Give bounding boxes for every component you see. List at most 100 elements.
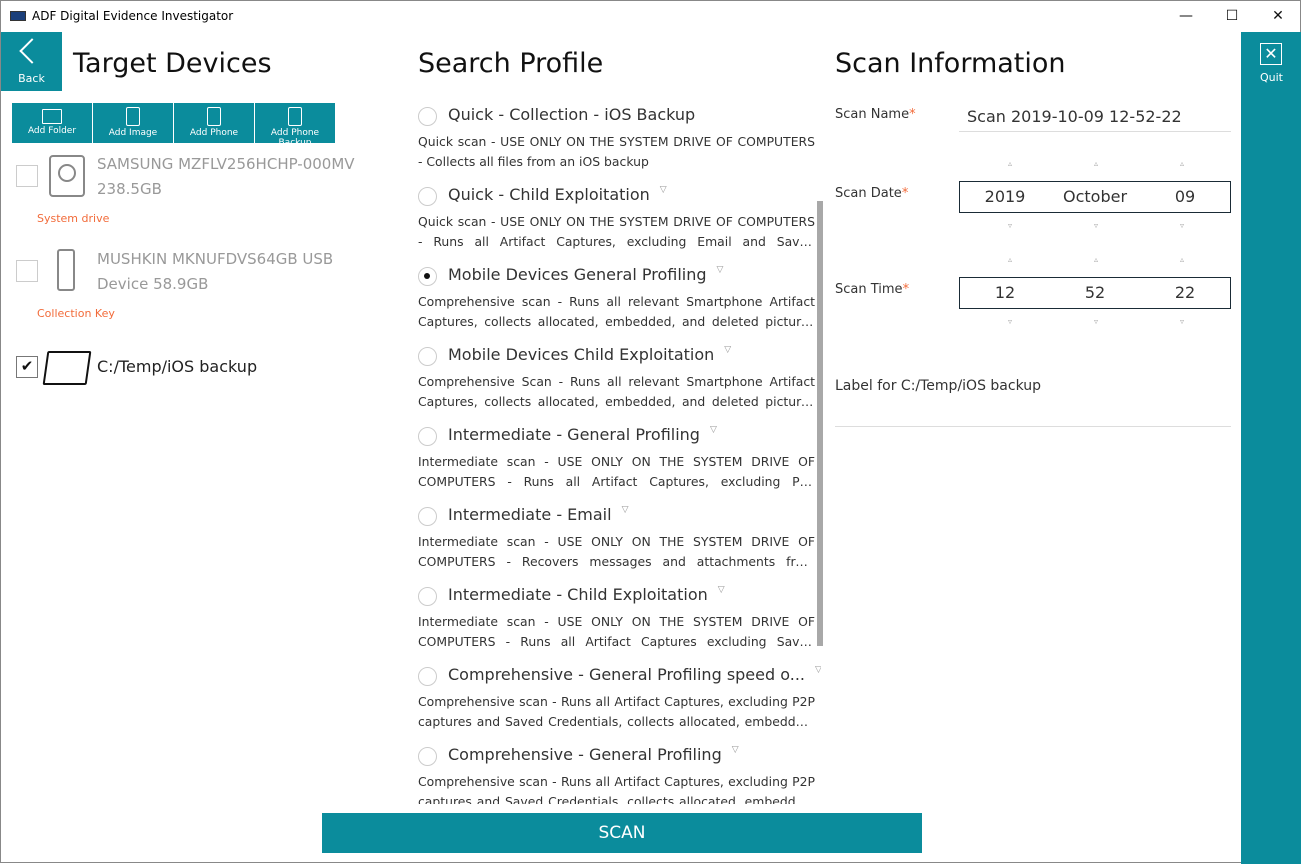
profile-item[interactable]: Intermediate - General Profiling ▽ Interm… [418, 425, 815, 505]
profile-name: Intermediate - Child Exploitation ▽ [448, 585, 725, 604]
profile-description: Comprehensive scan - Runs all relevant S… [418, 294, 815, 329]
chevron-down-icon[interactable]: ▽ [717, 265, 724, 275]
add-phone-label: Add Phone [189, 128, 239, 138]
increment-arrow-icon[interactable]: ▵ [1086, 255, 1106, 264]
profile-description: Comprehensive scan - Runs all Artifact C… [418, 694, 815, 729]
profile-item[interactable]: Mobile Devices General Profiling ▽ Compre… [418, 265, 815, 345]
profile-name-text: Intermediate - General Profiling [448, 425, 700, 444]
increment-arrow-icon[interactable]: ▵ [1086, 159, 1106, 168]
device-item[interactable]: SAMSUNG MZFLV256HCHP-000MV 238.5GB [97, 152, 355, 202]
scan-date-label: Scan Date* [835, 186, 908, 201]
add-phone-button[interactable]: Add Phone [174, 103, 254, 143]
add-folder-label: Add Folder [27, 126, 77, 136]
scrollbar[interactable] [817, 201, 823, 646]
quit-label: Quit [1260, 71, 1283, 84]
device-item[interactable]: MUSHKIN MKNUFDVS64GB USB Device 58.9GB [97, 247, 333, 297]
radio-button[interactable] [418, 587, 437, 606]
increment-arrow-icon[interactable]: ▵ [1172, 255, 1192, 264]
profile-description: Intermediate scan - USE ONLY ON THE SYST… [418, 454, 815, 489]
folder-open-icon [42, 351, 92, 385]
hard-drive-icon [49, 155, 85, 197]
device-name: MUSHKIN MKNUFDVS64GB USB [97, 250, 334, 268]
title-bar: ADF Digital Evidence Investigator — ☐ ✕ [1, 1, 1301, 32]
scan-time-picker[interactable]: 12 52 22 [959, 277, 1231, 309]
decrement-arrow-icon[interactable]: ▿ [1086, 221, 1106, 230]
profile-name-text: Quick - Collection - iOS Backup [448, 105, 696, 124]
profile-description: Intermediate scan - USE ONLY ON THE SYST… [418, 534, 815, 569]
month-value[interactable]: October [1050, 182, 1140, 212]
radio-button[interactable] [418, 427, 437, 446]
profile-name: Quick - Child Exploitation ▽ [448, 185, 667, 204]
scan-name-input[interactable]: Scan 2019-10-09 12-52-22 [959, 101, 1231, 132]
label-text: Scan Time [835, 282, 903, 297]
chevron-down-icon[interactable]: ▽ [710, 425, 717, 435]
profile-item[interactable]: Intermediate - Email ▽ Intermediate scan … [418, 505, 815, 585]
device-name: SAMSUNG MZFLV256HCHP-000MV [97, 155, 355, 173]
radio-button[interactable] [418, 267, 437, 286]
profile-name-text: Comprehensive - General Profiling [448, 745, 722, 764]
increment-arrow-icon[interactable]: ▵ [1000, 159, 1020, 168]
profile-description: Intermediate scan - USE ONLY ON THE SYST… [418, 614, 815, 649]
decrement-arrow-icon[interactable]: ▿ [1172, 221, 1192, 230]
quit-button[interactable]: ✕ Quit [1241, 38, 1301, 88]
increment-arrow-icon[interactable]: ▵ [1000, 255, 1020, 264]
profile-item[interactable]: Quick - Collection - iOS Backup Quick sc… [418, 105, 815, 185]
radio-button[interactable] [418, 347, 437, 366]
profile-item[interactable]: Intermediate - Child Exploitation ▽ Inter… [418, 585, 815, 665]
radio-button[interactable] [418, 747, 437, 766]
chevron-down-icon[interactable]: ▽ [724, 345, 731, 355]
scan-button[interactable]: SCAN [322, 813, 922, 853]
decrement-arrow-icon[interactable]: ▿ [1000, 317, 1020, 326]
device-checkbox[interactable] [16, 165, 38, 187]
device-size: Device 58.9GB [97, 275, 209, 293]
add-phone-backup-label: Add Phone Backup [270, 128, 320, 148]
device-checkbox[interactable] [16, 260, 38, 282]
profile-name-text: Comprehensive - General Profiling speed … [448, 665, 805, 684]
device-checkbox-checked[interactable]: ✔ [16, 356, 38, 378]
chevron-down-icon[interactable]: ▽ [660, 185, 667, 195]
radio-button[interactable] [418, 107, 437, 126]
device-tag: System drive [37, 212, 110, 225]
minute-value[interactable]: 52 [1050, 278, 1140, 308]
device-name[interactable]: C:/Temp/iOS backup [97, 357, 257, 376]
decrement-arrow-icon[interactable]: ▿ [1000, 221, 1020, 230]
scan-date-picker[interactable]: 2019 October 09 [959, 181, 1231, 213]
increment-arrow-icon[interactable]: ▵ [1172, 159, 1192, 168]
decrement-arrow-icon[interactable]: ▿ [1172, 317, 1192, 326]
profile-name-text: Mobile Devices Child Exploitation [448, 345, 715, 364]
radio-button[interactable] [418, 187, 437, 206]
right-rail: ✕ Quit [1241, 32, 1301, 864]
chevron-down-icon[interactable]: ▽ [718, 585, 725, 595]
minimize-button[interactable]: — [1163, 1, 1209, 32]
hour-value[interactable]: 12 [960, 278, 1050, 308]
scan-information-title: Scan Information [835, 48, 1066, 79]
device-label-input[interactable]: Label for C:/Temp/iOS backup [835, 378, 1231, 427]
profile-name: Comprehensive - General Profiling ▽ [448, 745, 739, 764]
profile-item[interactable]: Comprehensive - General Profiling speed … [418, 665, 821, 745]
decrement-arrow-icon[interactable]: ▿ [1086, 317, 1106, 326]
profile-item[interactable]: Mobile Devices Child Exploitation ▽ Compr… [418, 345, 815, 425]
maximize-button[interactable]: ☐ [1209, 1, 1255, 32]
close-button[interactable]: ✕ [1255, 1, 1301, 32]
radio-button[interactable] [418, 507, 437, 526]
add-phone-backup-button[interactable]: Add Phone Backup [255, 103, 335, 148]
profile-item[interactable]: Quick - Child Exploitation ▽ Quick scan -… [418, 185, 815, 265]
add-folder-button[interactable]: Add Folder [12, 103, 92, 143]
second-value[interactable]: 22 [1140, 278, 1230, 308]
year-value[interactable]: 2019 [960, 182, 1050, 212]
profile-description: Quick scan - USE ONLY ON THE SYSTEM DRIV… [418, 134, 815, 169]
radio-button[interactable] [418, 667, 437, 686]
profile-name-text: Mobile Devices General Profiling [448, 265, 707, 284]
profile-name: Mobile Devices Child Exploitation ▽ [448, 345, 731, 364]
profile-description: Quick scan - USE ONLY ON THE SYSTEM DRIV… [418, 214, 815, 249]
profile-item[interactable]: Comprehensive - General Profiling ▽ Compr… [418, 745, 815, 804]
profile-name: Intermediate - Email ▽ [448, 505, 628, 524]
profile-name-text: Intermediate - Email [448, 505, 612, 524]
device-size: 238.5GB [97, 180, 162, 198]
back-button[interactable]: Back [1, 32, 62, 91]
day-value[interactable]: 09 [1140, 182, 1230, 212]
chevron-down-icon[interactable]: ▽ [622, 505, 629, 515]
chevron-down-icon[interactable]: ▽ [732, 745, 739, 755]
chevron-down-icon[interactable]: ▽ [815, 665, 821, 675]
add-image-button[interactable]: Add Image [93, 103, 173, 143]
